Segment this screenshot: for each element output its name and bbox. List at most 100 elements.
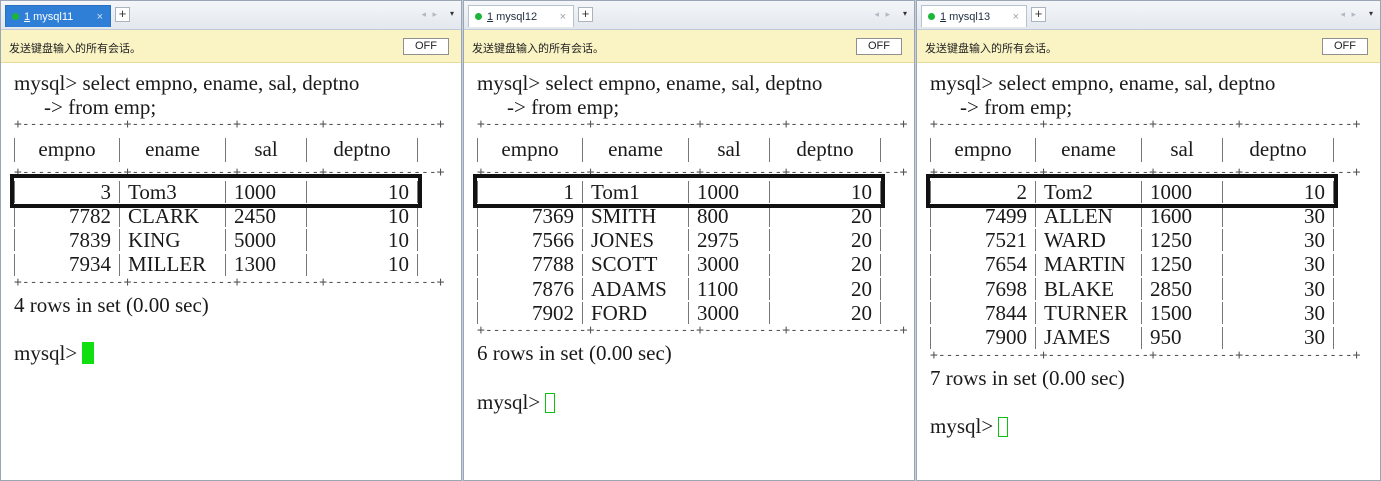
cell-deptno: 10: [388, 179, 409, 204]
table-border-mid: +-------------+-------------+----------+…: [477, 165, 914, 180]
cell-empno: 7839: [69, 228, 111, 253]
new-tab-button[interactable]: +: [578, 7, 593, 22]
cell-empno: 1: [563, 179, 575, 204]
tab-number: 1: [24, 10, 31, 23]
terminal-pane-mysql12[interactable]: 1 mysql12 × + ◂ ▸ ▾ 发送键盘输入的所有会话。 OFF mys…: [463, 0, 915, 481]
tab-strip: 1 mysql11 × + ◂ ▸ ▾: [1, 1, 461, 30]
session-connected-icon: [12, 13, 19, 20]
terminal-console[interactable]: mysql> select empno, ename, sal, deptno -…: [1, 63, 461, 366]
tab-menu-chevron-icon[interactable]: ▾: [903, 9, 907, 18]
broadcast-off-button[interactable]: OFF: [403, 38, 449, 55]
broadcast-message: 发送键盘输入的所有会话。: [925, 43, 1057, 55]
cell-empno: 7782: [69, 203, 111, 228]
terminal-console[interactable]: mysql> select empno, ename, sal, deptno -…: [464, 63, 914, 414]
result-summary: 4 rows in set (0.00 sec): [14, 292, 209, 317]
column-separator: [1333, 253, 1334, 276]
table-row: 7521 WARD 1250 30: [930, 228, 1380, 252]
cell-deptno: 10: [388, 228, 409, 253]
table-row: 3 Tom3 1000 10: [14, 180, 461, 204]
cell-ename: SCOTT: [591, 252, 658, 277]
broadcast-bar: 发送键盘输入的所有会话。 OFF: [1, 30, 461, 63]
tab-scroll-arrows-icon[interactable]: ◂ ▸: [1340, 9, 1358, 20]
tab-label: mysql11: [33, 10, 74, 23]
cell-empno: 7844: [985, 301, 1027, 326]
cell-ename: FORD: [591, 301, 648, 326]
cell-sal: 950: [1150, 325, 1182, 350]
column-separator: [1333, 229, 1334, 252]
text-cursor[interactable]: [545, 392, 556, 413]
column-separator: [417, 137, 418, 162]
table-row: 1 Tom1 1000 10: [477, 180, 914, 204]
tab-scroll-arrows-icon[interactable]: ◂ ▸: [874, 9, 892, 20]
column-header-sal: sal: [717, 137, 741, 162]
table-border-mid: +-------------+-------------+----------+…: [14, 165, 461, 180]
close-tab-icon[interactable]: ×: [1013, 11, 1019, 23]
column-header-empno: empno: [38, 137, 96, 162]
cell-sal: 1500: [1150, 301, 1192, 326]
table-row: 7876 ADAMS 1100 20: [477, 277, 914, 301]
terminal-pane-mysql11[interactable]: 1 mysql11 × + ◂ ▸ ▾ 发送键盘输入的所有会话。 OFF mys…: [0, 0, 462, 481]
table-row: 7839 KING 5000 10: [14, 228, 461, 252]
query-text: select empno, ename, sal, deptno: [998, 71, 1276, 95]
column-header-deptno: deptno: [796, 137, 854, 162]
cell-deptno: 10: [388, 203, 409, 228]
cell-deptno: 20: [851, 228, 872, 253]
cell-sal: 1600: [1150, 203, 1192, 228]
cell-deptno: 30: [1304, 252, 1325, 277]
new-tab-button[interactable]: +: [115, 7, 130, 22]
prompt-text: mysql>: [930, 71, 994, 95]
table-row: 7369 SMITH 800 20: [477, 204, 914, 228]
column-separator: [1333, 302, 1334, 325]
broadcast-off-button[interactable]: OFF: [856, 38, 902, 55]
text-cursor[interactable]: [998, 417, 1009, 438]
cell-ename: KING: [128, 228, 181, 253]
tab-scroll-arrows-icon[interactable]: ◂ ▸: [421, 9, 439, 20]
prompt-line[interactable]: mysql>: [930, 414, 1380, 438]
border-dashes: +-------------+-------------+----------+…: [930, 117, 1361, 133]
column-header-sal: sal: [1170, 137, 1194, 162]
result-table: +-------------+-------------+----------+…: [10, 117, 461, 290]
cell-ename: JAMES: [1044, 325, 1111, 350]
cell-ename: SMITH: [591, 203, 657, 228]
tab-menu-chevron-icon[interactable]: ▾: [1369, 9, 1373, 18]
prompt-line[interactable]: mysql>: [14, 341, 461, 365]
prompt-line[interactable]: mysql>: [477, 390, 914, 414]
cell-empno: 7876: [532, 276, 574, 301]
column-separator: [417, 253, 418, 276]
text-cursor[interactable]: [82, 342, 95, 365]
table-body: 3 Tom3 1000 10 7782 CLARK 2450 10 7839 KING 5000 10…: [10, 173, 461, 277]
close-tab-icon[interactable]: ×: [97, 11, 103, 23]
column-separator: [880, 205, 881, 228]
tab-mysql12[interactable]: 1 mysql12 ×: [468, 5, 574, 27]
tab-mysql13[interactable]: 1 mysql13 ×: [921, 5, 1027, 27]
table-row: 7902 FORD 3000 20: [477, 301, 914, 325]
table-row: 2 Tom2 1000 10: [930, 180, 1380, 204]
query-line: mysql> select empno, ename, sal, deptno: [477, 71, 914, 95]
tab-number: 1: [940, 10, 947, 23]
cell-sal: 3000: [697, 252, 739, 277]
new-tab-button[interactable]: +: [1031, 7, 1046, 22]
tab-mysql11[interactable]: 1 mysql11 ×: [5, 5, 111, 27]
terminal-pane-mysql13[interactable]: 1 mysql13 × + ◂ ▸ ▾ 发送键盘输入的所有会话。 OFF mys…: [916, 0, 1381, 481]
column-separator: [1333, 277, 1334, 300]
cell-empno: 7566: [532, 228, 574, 253]
cell-deptno: 20: [851, 252, 872, 277]
cell-ename: CLARK: [128, 203, 200, 228]
column-header-ename: ename: [145, 137, 200, 162]
broadcast-off-button[interactable]: OFF: [1322, 38, 1368, 55]
session-connected-icon: [475, 13, 482, 20]
cell-ename: ALLEN: [1044, 203, 1113, 228]
cell-ename: TURNER: [1044, 301, 1128, 326]
prompt-text: mysql>: [14, 341, 78, 366]
border-dashes: +-------------+-------------+----------+…: [14, 117, 445, 133]
cell-ename: ADAMS: [591, 276, 667, 301]
table-row: 7698 BLAKE 2850 30: [930, 277, 1380, 301]
tab-menu-chevron-icon[interactable]: ▾: [450, 9, 454, 18]
terminal-console[interactable]: mysql> select empno, ename, sal, deptno -…: [917, 63, 1380, 439]
cell-deptno: 30: [1304, 325, 1325, 350]
prompt-text: mysql>: [477, 389, 541, 414]
close-tab-icon[interactable]: ×: [560, 11, 566, 23]
prompt-text: mysql>: [14, 71, 78, 95]
table-body: 2 Tom2 1000 10 7499 ALLEN 1600 30 7521 WARD 1250 30…: [926, 173, 1380, 350]
column-separator: [1333, 180, 1334, 203]
